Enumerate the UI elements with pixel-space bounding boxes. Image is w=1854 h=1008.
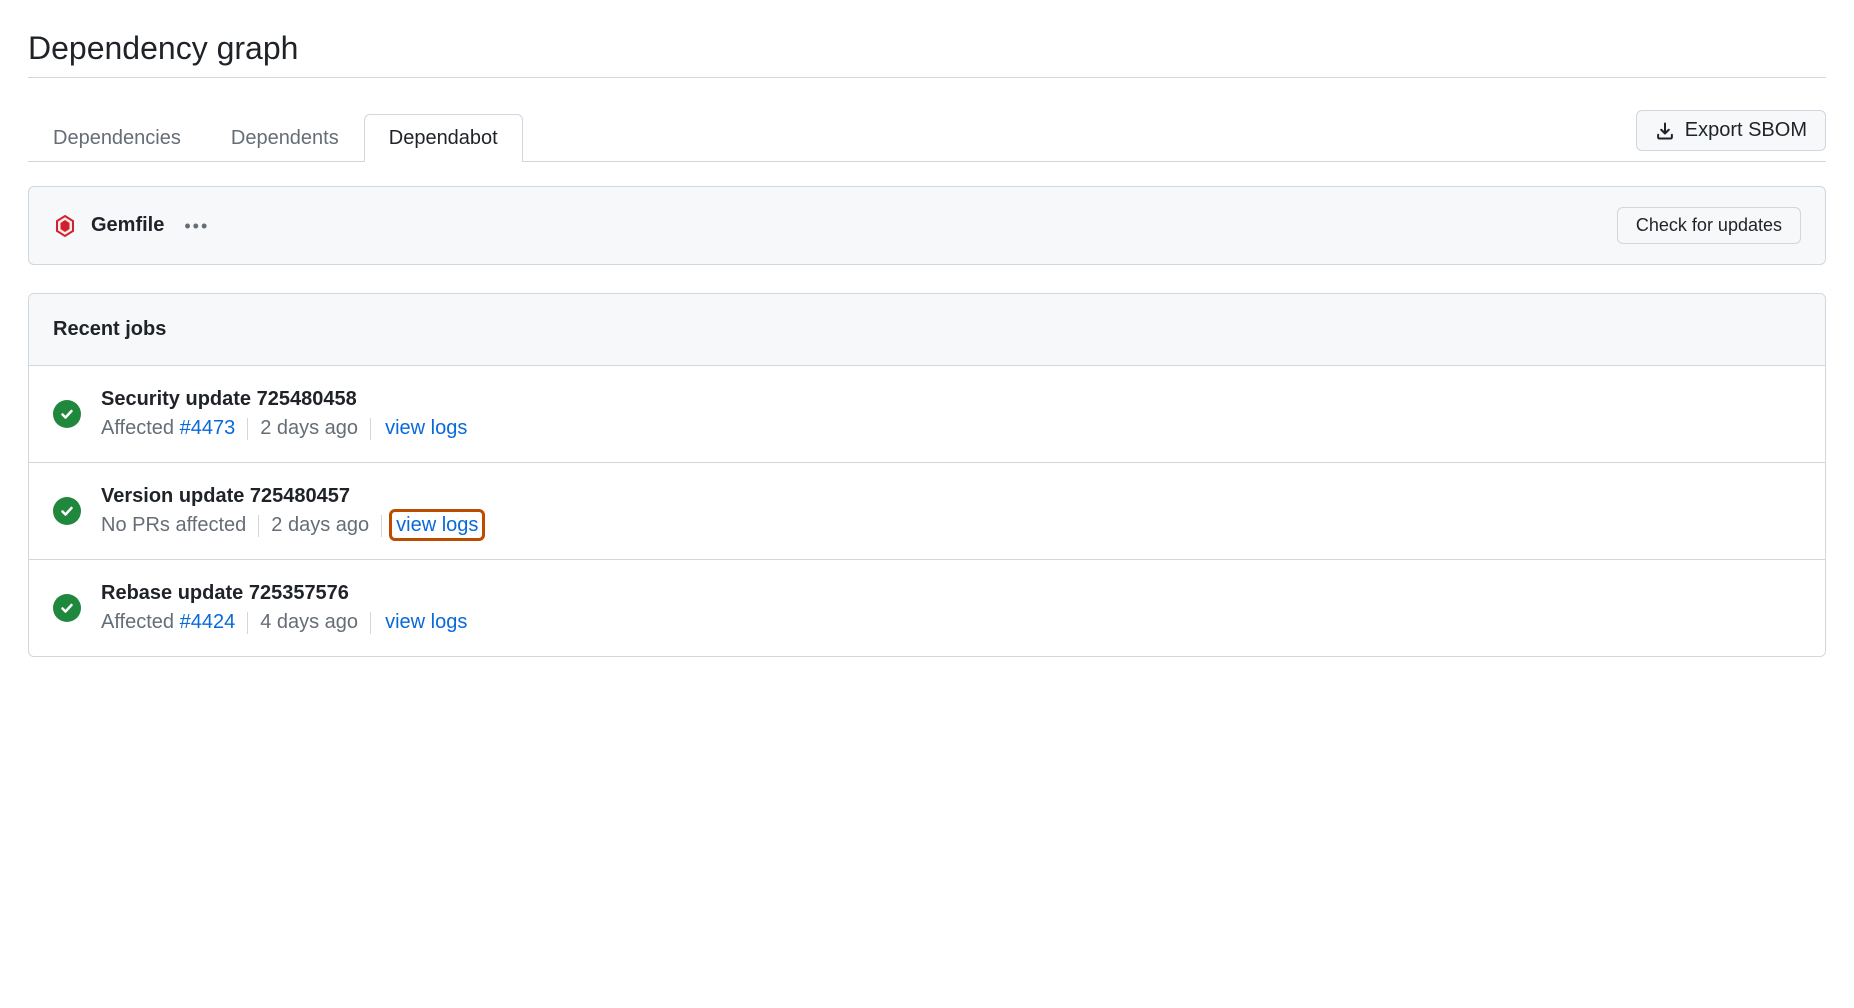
pr-link[interactable]: #4473: [180, 417, 236, 439]
affected-text: Affected #4424: [101, 611, 247, 634]
tab-dependencies[interactable]: Dependencies: [28, 114, 206, 162]
job-main: Security update 725480458 Affected #44732…: [101, 388, 475, 440]
recent-jobs-box: Recent jobs Security update 725480458 Aff…: [28, 293, 1826, 657]
view-logs-link[interactable]: view logs: [381, 415, 471, 441]
job-time: 2 days ago: [259, 514, 381, 537]
export-sbom-label: Export SBOM: [1685, 119, 1807, 142]
view-logs-link[interactable]: view logs: [381, 609, 471, 635]
manifest-left: Gemfile •••: [53, 214, 215, 238]
tabs: DependenciesDependentsDependabot: [28, 114, 523, 161]
success-check-icon: [53, 497, 81, 525]
check-updates-button[interactable]: Check for updates: [1617, 207, 1801, 244]
pr-link[interactable]: #4424: [180, 611, 236, 633]
kebab-icon[interactable]: •••: [178, 217, 215, 235]
job-main: Rebase update 725357576 Affected #44244 d…: [101, 582, 475, 634]
job-main: Version update 725480457 No PRs affected2…: [101, 485, 486, 537]
job-meta: Affected #44244 days ago view logs: [101, 611, 475, 634]
job-time: 4 days ago: [248, 611, 370, 634]
manifest-name: Gemfile: [91, 214, 164, 237]
job-meta: No PRs affected2 days ago view logs: [101, 514, 486, 537]
tabs-row: DependenciesDependentsDependabot Export …: [28, 110, 1826, 162]
success-check-icon: [53, 594, 81, 622]
job-row: Version update 725480457 No PRs affected2…: [29, 463, 1825, 560]
success-check-icon: [53, 400, 81, 428]
export-sbom-button[interactable]: Export SBOM: [1636, 110, 1826, 151]
job-title: Version update 725480457: [101, 485, 486, 508]
job-time: 2 days ago: [248, 417, 370, 440]
job-row: Security update 725480458 Affected #44732…: [29, 366, 1825, 463]
job-title: Rebase update 725357576: [101, 582, 475, 605]
affected-text: No PRs affected: [101, 514, 258, 537]
affected-text: Affected #4473: [101, 417, 247, 440]
job-meta: Affected #44732 days ago view logs: [101, 417, 475, 440]
job-row: Rebase update 725357576 Affected #44244 d…: [29, 560, 1825, 656]
ruby-icon: [53, 214, 77, 238]
view-logs-link[interactable]: view logs: [392, 512, 482, 538]
tab-dependabot[interactable]: Dependabot: [364, 114, 523, 162]
job-title: Security update 725480458: [101, 388, 475, 411]
recent-jobs-header: Recent jobs: [29, 294, 1825, 366]
manifest-box: Gemfile ••• Check for updates: [28, 186, 1826, 265]
download-icon: [1655, 121, 1675, 141]
tab-dependents[interactable]: Dependents: [206, 114, 364, 162]
page-title: Dependency graph: [28, 30, 1826, 78]
